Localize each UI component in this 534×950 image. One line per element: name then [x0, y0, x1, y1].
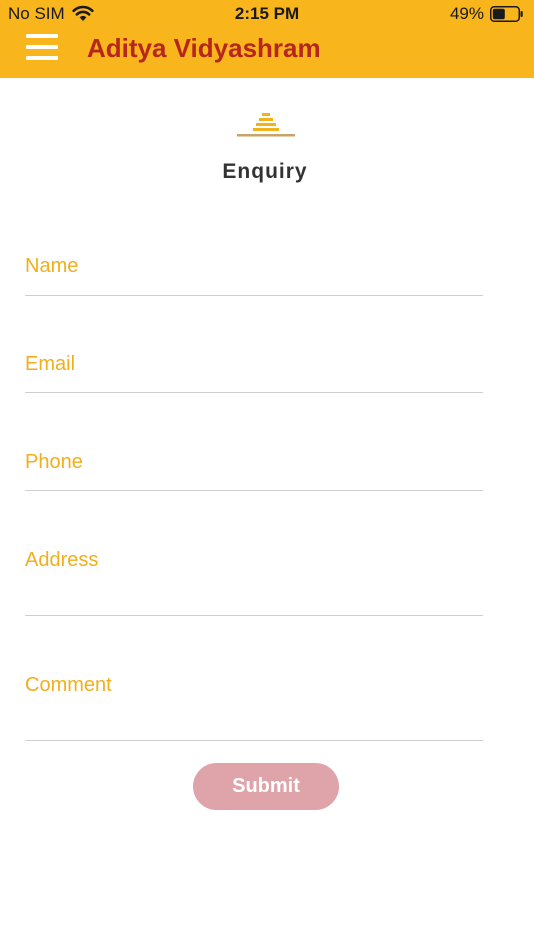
page-title: Enquiry	[222, 160, 308, 183]
address-field[interactable]	[25, 540, 483, 616]
battery-icon	[490, 6, 523, 22]
name-field[interactable]	[25, 246, 483, 296]
name-input[interactable]	[25, 246, 483, 286]
app-title: Aditya Vidyashram	[87, 33, 321, 63]
app-header: No SIM 2:15 PM 49% Aditya Vidyashram	[0, 0, 534, 78]
comment-field[interactable]	[25, 665, 483, 741]
comment-input[interactable]	[25, 665, 483, 705]
address-input[interactable]	[25, 540, 483, 580]
status-bar: No SIM 2:15 PM 49%	[0, 0, 534, 28]
email-input[interactable]	[25, 344, 483, 384]
phone-input[interactable]	[25, 442, 483, 482]
stacked-lamp-icon	[237, 113, 295, 137]
battery-percent: 49%	[449, 4, 484, 23]
phone-field[interactable]	[25, 442, 483, 491]
submit-button[interactable]: Submit	[193, 763, 339, 810]
email-field[interactable]	[25, 344, 483, 393]
hamburger-menu-icon[interactable]	[26, 34, 58, 60]
